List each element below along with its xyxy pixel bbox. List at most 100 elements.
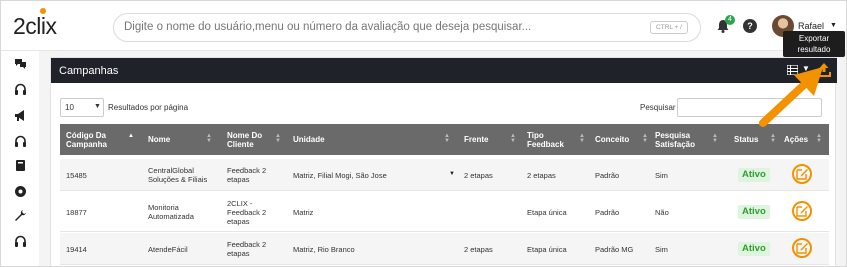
- campaigns-panel: Campanhas ▼ 10 ▼ Resultados por página P…: [50, 57, 837, 266]
- global-search-placeholder: Digite o nome do usuário,menu ou número …: [124, 21, 532, 33]
- sort-icon[interactable]: ▲ ▼: [712, 133, 718, 144]
- cell-unit: Matriz, Filial Mogi, São Jose: [293, 170, 387, 180]
- expand-caret-icon[interactable]: ▼: [449, 171, 455, 177]
- chevron-down-icon: ▼: [94, 103, 101, 110]
- cell-survey: Sim: [655, 244, 668, 254]
- cell-client: Feedback 2 etapas: [227, 166, 267, 184]
- column-label: Ações: [784, 135, 809, 144]
- table-view-icon[interactable]: [787, 65, 798, 75]
- column-label: Pesquisa Satisfação: [655, 130, 696, 149]
- sort-icon[interactable]: ▲ ▼: [444, 133, 450, 144]
- cell-survey: Sim: [655, 170, 668, 180]
- page-length-value: 10: [65, 103, 74, 112]
- sort-icon[interactable]: ▲ ▼: [642, 133, 648, 144]
- export-tooltip: Exportar resultado: [783, 31, 845, 57]
- export-icon[interactable]: [817, 62, 831, 78]
- column-label: Frente: [464, 135, 489, 144]
- headset-icon[interactable]: [14, 235, 27, 248]
- cell-client: Feedback 2 etapas: [227, 240, 267, 258]
- cell-unit: Matriz: [293, 207, 314, 217]
- notification-badge: 4: [725, 15, 735, 25]
- cell-feedback-type: Etapa única: [527, 244, 567, 254]
- table-search-input[interactable]: [677, 98, 822, 117]
- edit-icon: [796, 243, 808, 254]
- cell-name: Monitoria Automatizada: [148, 203, 194, 221]
- sort-icon[interactable]: ▲ ▼: [206, 133, 212, 144]
- edit-icon: [796, 169, 808, 180]
- view-caret-icon[interactable]: ▼: [802, 64, 810, 73]
- cell-survey: Não: [655, 207, 669, 217]
- global-search-input[interactable]: Digite o nome do usuário,menu ou número …: [113, 13, 701, 42]
- page-length-select[interactable]: 10 ▼: [60, 98, 104, 117]
- cell-concept: Padrão: [595, 170, 620, 180]
- column-header-front[interactable]: Frente: [464, 124, 504, 155]
- settings-icon[interactable]: [14, 185, 27, 198]
- status-badge: Ativo: [738, 168, 770, 182]
- table-row[interactable]: 15485 CentralGlobal Soluções & Filiais F…: [60, 159, 829, 191]
- edit-button[interactable]: [792, 201, 812, 221]
- edit-button[interactable]: [792, 164, 812, 184]
- caret-down-icon[interactable]: ▼: [830, 22, 837, 29]
- cell-front: 2 etapas: [464, 170, 493, 180]
- chat-icon[interactable]: [14, 57, 27, 70]
- column-header-status[interactable]: Status: [734, 124, 764, 155]
- panel-header: Campanhas ▼: [51, 58, 837, 83]
- table-row[interactable]: 18877 Monitoria Automatizada 2CLIX - Fee…: [60, 192, 829, 232]
- sort-icon[interactable]: ▲ ▼: [816, 133, 822, 144]
- sort-icon[interactable]: ▲ ▼: [770, 133, 776, 144]
- shortcut-hint: CTRL + /: [650, 21, 688, 34]
- wrench-icon[interactable]: [14, 209, 27, 222]
- status-badge: Ativo: [738, 205, 770, 219]
- cell-code: 18877: [66, 207, 87, 217]
- column-header-code[interactable]: Código Da Campanha: [66, 124, 126, 155]
- help-icon[interactable]: ?: [743, 19, 757, 33]
- sort-icon[interactable]: ▲ ▼: [510, 133, 516, 144]
- cell-concept: Padrão MG: [595, 244, 634, 254]
- status-badge: Ativo: [738, 242, 770, 256]
- headset-icon[interactable]: [14, 83, 27, 96]
- column-label: Unidade: [293, 135, 325, 144]
- headset-icon[interactable]: [14, 135, 27, 148]
- column-label: Nome: [148, 135, 171, 144]
- column-header-feedback-type[interactable]: Tipo Feedback: [527, 124, 572, 155]
- search-label: Pesquisar: [640, 103, 676, 112]
- sort-icon[interactable]: ▲ ▼: [579, 133, 585, 144]
- page-length-label: Resultados por página: [108, 103, 189, 112]
- column-label: Status: [734, 135, 759, 144]
- cell-unit: Matriz, Rio Branco: [293, 244, 355, 254]
- app-window: 2clix Digite o nome do usuário,menu ou n…: [0, 0, 847, 267]
- table-controls: 10 ▼ Resultados por página Pesquisar: [60, 98, 830, 118]
- logo[interactable]: 2clix: [13, 8, 57, 40]
- column-label: Nome Do Cliente: [227, 130, 263, 149]
- sidebar: [1, 51, 39, 266]
- megaphone-icon[interactable]: [14, 109, 27, 122]
- cell-code: 19414: [66, 244, 87, 254]
- column-header-survey[interactable]: Pesquisa Satisfação: [655, 124, 705, 155]
- cell-feedback-type: Etapa única: [527, 207, 567, 217]
- table-header: Código Da Campanha ▲ Nome ▲ ▼ Nome Do Cli…: [60, 124, 829, 155]
- column-header-unit[interactable]: Unidade: [293, 124, 353, 155]
- logo-text: 2clix: [13, 13, 57, 39]
- table-row[interactable]: 19414 AtendeFácil Feedback 2 etapas Matr…: [60, 233, 829, 265]
- book-icon[interactable]: [14, 159, 27, 172]
- column-header-actions[interactable]: Ações: [784, 124, 814, 155]
- top-bar: 2clix Digite o nome do usuário,menu ou n…: [1, 1, 846, 51]
- cell-feedback-type: 2 etapas: [527, 170, 556, 180]
- cell-name: CentralGlobal Soluções & Filiais: [148, 166, 208, 184]
- cell-client: 2CLIX - Feedback 2 etapas: [227, 198, 267, 226]
- column-header-client[interactable]: Nome Do Cliente: [227, 124, 272, 155]
- column-label: Tipo Feedback: [527, 130, 564, 149]
- cell-front: 2 etapas: [464, 244, 493, 254]
- sort-icon[interactable]: ▲ ▼: [275, 133, 281, 144]
- user-name[interactable]: Rafael: [798, 21, 824, 31]
- cell-front: [464, 192, 514, 232]
- tooltip-line-1: Exportar: [798, 34, 830, 43]
- edit-button[interactable]: [792, 238, 812, 258]
- column-header-concept[interactable]: Conceito: [595, 124, 640, 155]
- edit-icon: [796, 206, 808, 217]
- column-label: Código Da Campanha: [66, 130, 107, 149]
- sort-icon[interactable]: ▲: [128, 133, 134, 139]
- logo-dot: [40, 8, 46, 14]
- column-label: Conceito: [595, 135, 630, 144]
- column-header-name[interactable]: Nome: [148, 124, 198, 155]
